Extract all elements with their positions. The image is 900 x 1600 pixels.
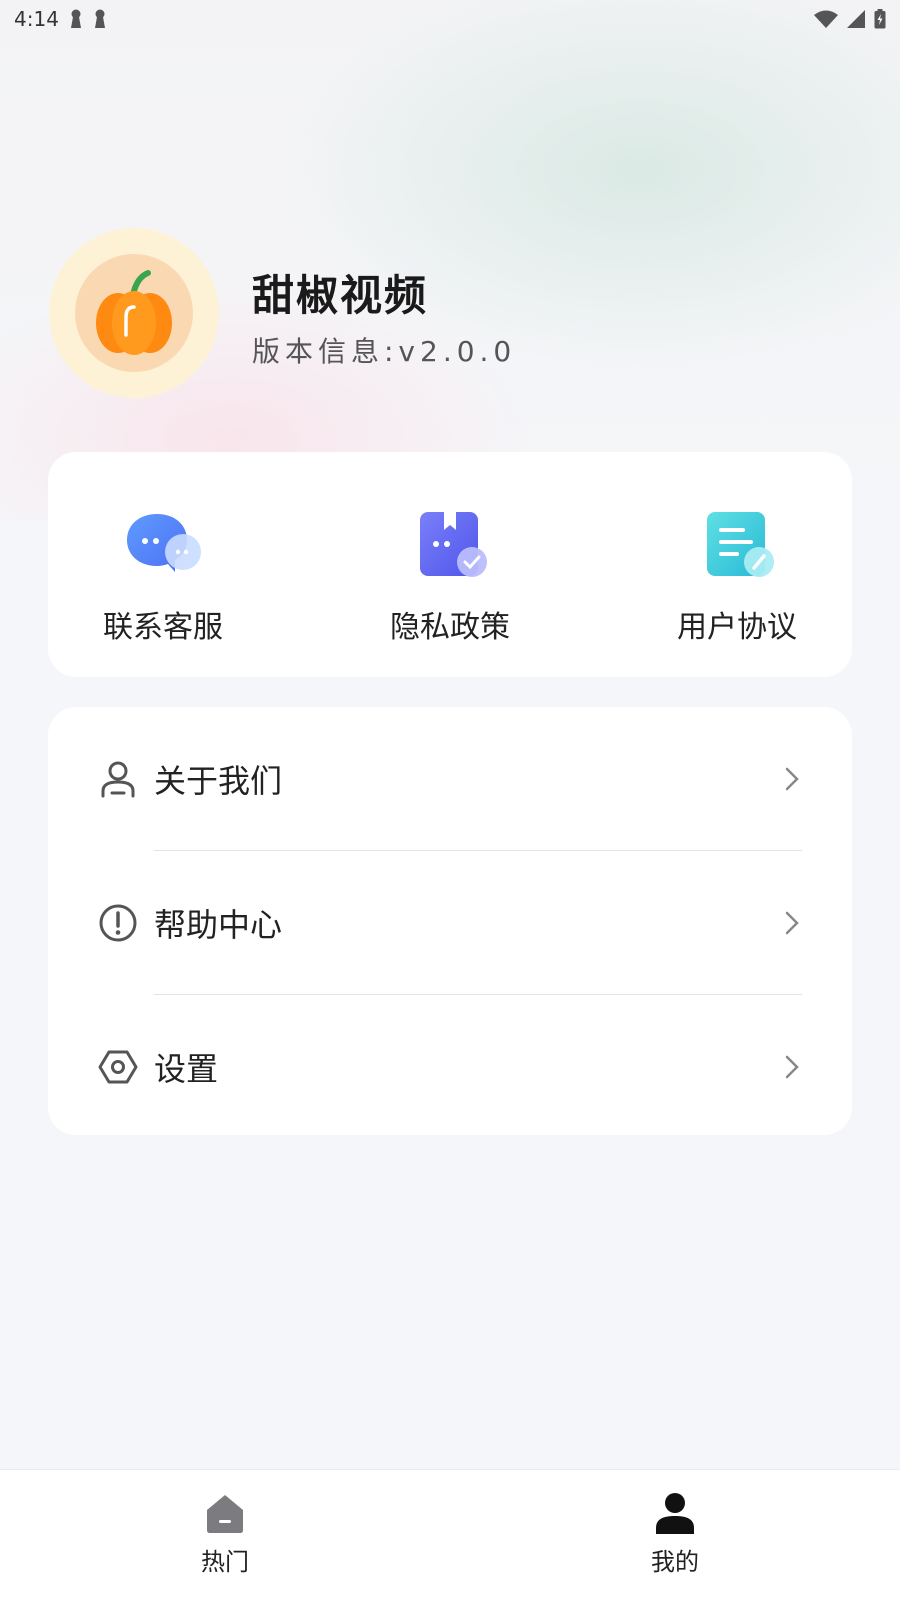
menu-item-about-us[interactable]: 关于我们 [98, 707, 802, 850]
chevron-right-icon [785, 911, 799, 934]
document-edit-icon [707, 512, 774, 577]
user-agreement-button[interactable]: 用户协议 [672, 452, 802, 677]
quick-item-label: 隐私政策 [390, 610, 510, 645]
menu-item-label: 设置 [154, 1049, 219, 1088]
notification-icon [70, 9, 81, 28]
menu-list-card: 关于我们 帮助中心 设置 [48, 707, 852, 1135]
settings-hexagon-icon [98, 1050, 138, 1083]
exclamation-circle-icon [99, 904, 137, 941]
nav-label: 热门 [201, 1548, 249, 1576]
chat-bubble-icon [127, 514, 201, 572]
battery-icon [874, 9, 886, 29]
privacy-bookmark-icon [420, 512, 487, 577]
menu-item-help-center[interactable]: 帮助中心 [98, 851, 802, 994]
privacy-policy-button[interactable]: 隐私政策 [385, 452, 515, 677]
signal-icon [847, 10, 865, 28]
user-outline-icon [101, 761, 135, 797]
menu-item-label: 关于我们 [154, 761, 283, 800]
chevron-right-icon [785, 767, 799, 790]
nav-tab-mine[interactable]: 我的 [450, 1470, 900, 1600]
app-avatar [49, 228, 219, 398]
nav-label: 我的 [651, 1548, 699, 1576]
quick-item-label: 用户协议 [677, 610, 797, 645]
wifi-icon [814, 10, 838, 28]
quick-actions-card: 联系客服 隐私政策 用户协议 [48, 452, 852, 677]
chevron-right-icon [785, 1055, 799, 1078]
nav-tab-hot[interactable]: 热门 [0, 1470, 450, 1600]
home-icon [207, 1495, 243, 1533]
person-icon [656, 1493, 694, 1534]
status-bar: 4:14 [0, 0, 900, 38]
app-name: 甜椒视频 [252, 271, 429, 320]
contact-support-button[interactable]: 联系客服 [98, 452, 228, 677]
bottom-navigation: 热门 我的 [0, 1470, 900, 1600]
notification-icon [94, 9, 105, 28]
pumpkin-icon [96, 270, 172, 355]
menu-item-settings[interactable]: 设置 [98, 995, 802, 1138]
status-time: 4:14 [14, 7, 59, 31]
version-info: 版本信息:v2.0.0 [252, 335, 517, 368]
quick-item-label: 联系客服 [103, 610, 223, 645]
menu-item-label: 帮助中心 [154, 905, 283, 944]
